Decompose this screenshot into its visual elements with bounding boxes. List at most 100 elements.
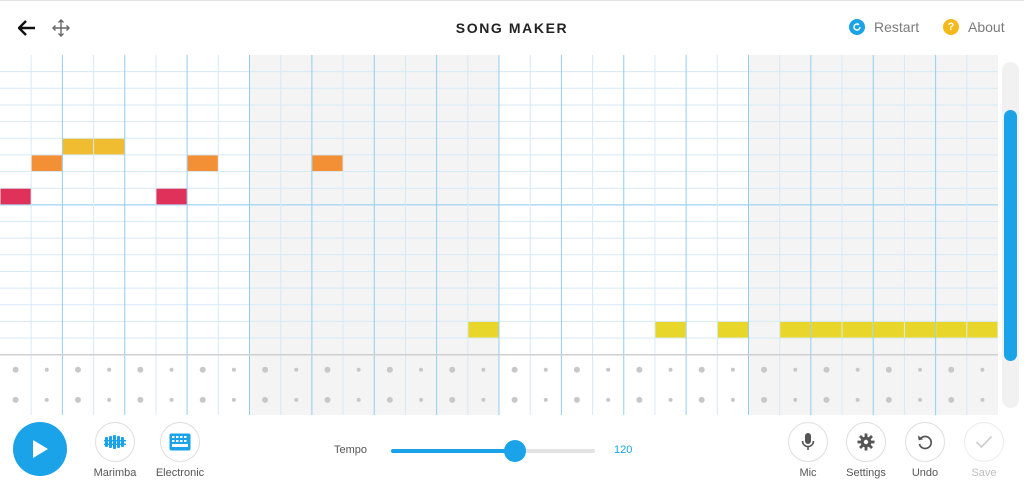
percussion-dot: [761, 396, 768, 403]
percussion-dot: [636, 396, 643, 403]
percussion-dot: [449, 366, 456, 373]
percussion-dot: [730, 397, 735, 402]
note-block[interactable]: [842, 321, 873, 338]
note-grid[interactable]: [0, 55, 998, 415]
percussion-dot: [511, 396, 518, 403]
percussion-dot: [918, 367, 923, 372]
check-icon: [975, 435, 993, 449]
note-block[interactable]: [62, 138, 94, 155]
percussion-dot: [481, 397, 486, 402]
percussion-dot: [74, 366, 81, 373]
percussion-dot: [948, 396, 955, 403]
percussion-dot: [761, 366, 768, 373]
percussion-dot: [169, 367, 174, 372]
percussion-dot: [169, 397, 174, 402]
percussion-dot: [823, 366, 830, 373]
play-icon: [33, 440, 48, 458]
percussion-dot: [511, 366, 518, 373]
note-block[interactable]: [94, 138, 125, 155]
percussion-dot: [107, 367, 112, 372]
settings-button[interactable]: [846, 422, 886, 462]
electronic-button[interactable]: [160, 422, 200, 462]
percussion-dot: [294, 367, 299, 372]
note-block[interactable]: [187, 155, 218, 172]
scrollbar-thumb[interactable]: [1004, 110, 1017, 361]
restart-label: Restart: [874, 19, 920, 35]
note-block[interactable]: [717, 321, 748, 338]
percussion-dot: [606, 367, 611, 372]
note-block[interactable]: [655, 321, 686, 338]
tempo-value: 120: [614, 444, 633, 456]
tempo-slider[interactable]: [391, 440, 595, 462]
restart-icon: [849, 19, 865, 35]
vertical-scrollbar[interactable]: [1002, 62, 1019, 408]
percussion-dot: [698, 366, 705, 373]
percussion-dot: [573, 366, 580, 373]
about-label: About: [968, 19, 1005, 35]
restart-button[interactable]: Restart: [849, 19, 919, 35]
tempo-label: Tempo: [334, 444, 368, 456]
note-block[interactable]: [780, 321, 811, 338]
mic-icon: [801, 433, 815, 450]
percussion-dot: [137, 366, 144, 373]
percussion-dot: [137, 396, 144, 403]
percussion-dot: [356, 397, 361, 402]
undo-button[interactable]: [905, 422, 945, 462]
percussion-dot: [356, 367, 361, 372]
percussion-dot: [543, 367, 548, 372]
percussion-dot: [606, 397, 611, 402]
percussion-dot: [386, 396, 393, 403]
percussion-dot: [262, 366, 269, 373]
note-block[interactable]: [0, 188, 31, 205]
percussion-dot: [885, 396, 892, 403]
note-block[interactable]: [967, 321, 998, 338]
percussion-dot: [262, 396, 269, 403]
mic-button[interactable]: [788, 422, 828, 462]
note-block[interactable]: [156, 188, 187, 205]
note-block[interactable]: [811, 321, 842, 338]
percussion-dot: [855, 367, 860, 372]
tempo-slider-fill: [391, 449, 516, 453]
percussion-dot: [12, 366, 19, 373]
percussion-dot: [948, 366, 955, 373]
percussion-dot: [730, 367, 735, 372]
percussion-dot: [980, 397, 985, 402]
percussion-dot: [668, 367, 673, 372]
percussion-dot: [12, 396, 19, 403]
save-label: Save: [971, 467, 997, 479]
percussion-dot: [698, 396, 705, 403]
note-block[interactable]: [312, 155, 343, 172]
note-block[interactable]: [873, 321, 904, 338]
percussion-dot: [324, 366, 331, 373]
marimba-icon: [104, 435, 126, 449]
percussion-dot: [231, 397, 236, 402]
about-button[interactable]: ? About: [943, 19, 1005, 35]
percussion-dot: [573, 396, 580, 403]
percussion-dot: [199, 366, 206, 373]
percussion-dot: [419, 397, 424, 402]
tempo-slider-handle[interactable]: [504, 440, 527, 462]
percussion-dot: [980, 367, 985, 372]
percussion-dot: [107, 397, 112, 402]
percussion-dot: [44, 367, 49, 372]
percussion-dot: [543, 397, 548, 402]
help-icon: ?: [943, 19, 959, 35]
play-button[interactable]: [13, 422, 67, 476]
percussion-dot: [449, 396, 456, 403]
percussion-dot: [44, 397, 49, 402]
percussion-dot: [386, 366, 393, 373]
percussion-dot: [74, 396, 81, 403]
bottom-bar: Marimba Electronic Tempo 120 Mic Setting…: [0, 415, 1024, 484]
note-block[interactable]: [936, 321, 967, 338]
percussion-dot: [636, 366, 643, 373]
percussion-dot: [231, 367, 236, 372]
percussion-dot: [199, 396, 206, 403]
save-button[interactable]: [964, 422, 1004, 462]
note-block[interactable]: [31, 155, 62, 172]
note-block[interactable]: [904, 321, 936, 338]
electronic-label: Electronic: [155, 467, 205, 479]
note-block[interactable]: [468, 321, 499, 338]
percussion-dot: [419, 367, 424, 372]
song-grid[interactable]: [0, 55, 998, 415]
marimba-button[interactable]: [95, 422, 135, 462]
